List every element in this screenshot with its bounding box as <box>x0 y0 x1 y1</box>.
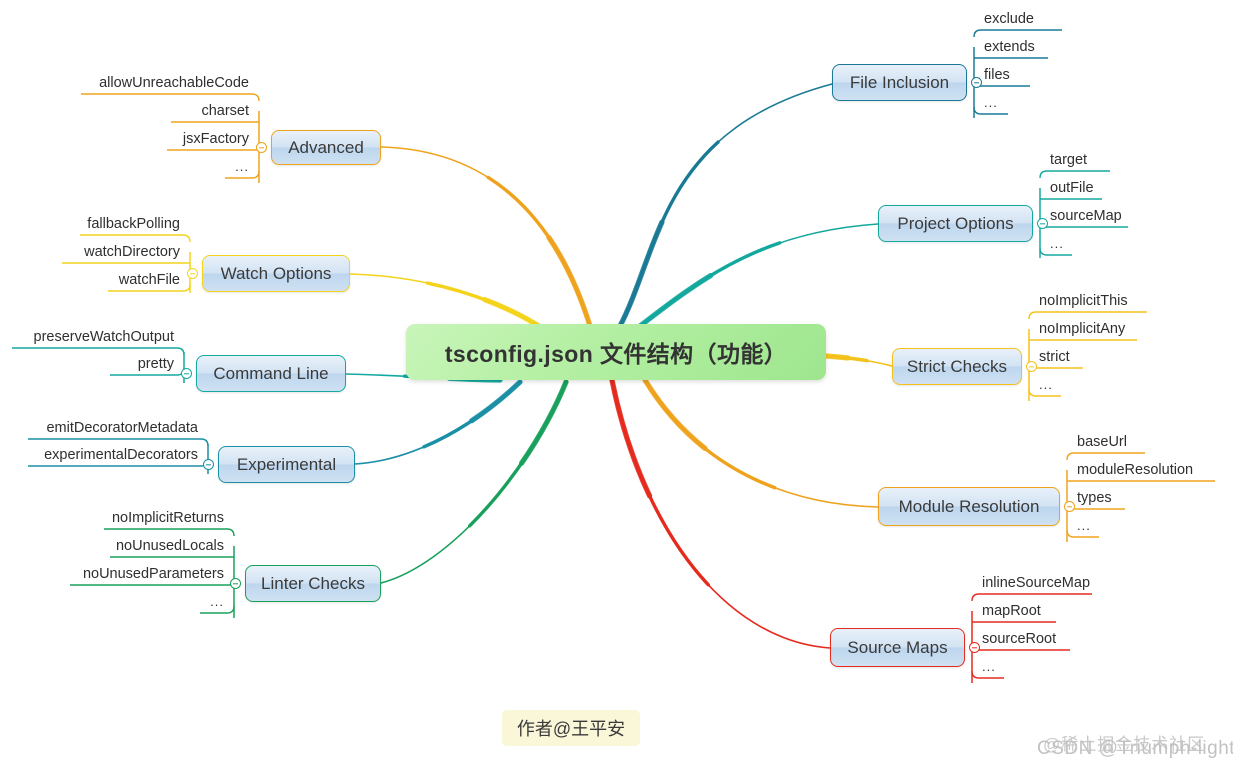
child-label[interactable]: target <box>1050 153 1087 168</box>
child-label[interactable]: mapRoot <box>982 604 1041 619</box>
branch-node-label: Experimental <box>236 454 337 474</box>
child-label[interactable]: jsxFactory <box>183 132 249 147</box>
child-label[interactable]: noImplicitThis <box>1039 294 1128 309</box>
branch-node-label: Module Resolution <box>898 496 1040 516</box>
child-label[interactable]: types <box>1077 491 1112 506</box>
child-label[interactable]: sourceMap <box>1050 209 1122 224</box>
branch-node-label: Linter Checks <box>261 573 365 593</box>
child-label[interactable]: experimentalDecorators <box>44 448 198 463</box>
collapse-toggle-module-resolution[interactable] <box>1064 501 1075 512</box>
collapse-toggle-experimental[interactable] <box>203 459 214 470</box>
branch-node-label: File Inclusion <box>849 72 950 92</box>
author-label: 作者@王平安 <box>502 710 640 746</box>
branch-node-watch-options[interactable]: Watch Options <box>202 255 350 292</box>
branch-node-command-line[interactable]: Command Line <box>196 355 346 392</box>
child-label[interactable]: preserveWatchOutput <box>34 330 175 345</box>
collapse-toggle-command-line[interactable] <box>181 368 192 379</box>
child-label[interactable]: noImplicitReturns <box>112 511 224 526</box>
collapse-toggle-advanced[interactable] <box>256 142 267 153</box>
branch-node-label: Advanced <box>288 137 364 157</box>
branch-node-label: Project Options <box>897 213 1014 233</box>
branch-node-label: Source Maps <box>847 637 948 657</box>
child-label[interactable]: ... <box>984 96 998 109</box>
child-label[interactable]: fallbackPolling <box>87 217 180 232</box>
branch-node-source-maps[interactable]: Source Maps <box>830 628 965 667</box>
watermark-csdn: CSDN @Triumph-light <box>1037 738 1233 759</box>
mindmap-nodes-layer: tsconfig.json 文件结构（功能） 作者@王平安 @稀土掘金技术社区 … <box>0 0 1233 765</box>
author-label-text: 作者@王平安 <box>516 719 626 739</box>
child-label[interactable]: baseUrl <box>1077 435 1127 450</box>
mindmap-canvas: tsconfig.json 文件结构（功能） 作者@王平安 @稀土掘金技术社区 … <box>0 0 1233 765</box>
central-topic[interactable]: tsconfig.json 文件结构（功能） <box>406 324 826 380</box>
child-label[interactable]: noImplicitAny <box>1039 322 1125 337</box>
child-label[interactable]: files <box>984 68 1010 83</box>
branch-node-project-options[interactable]: Project Options <box>878 205 1033 242</box>
child-label[interactable]: emitDecoratorMetadata <box>46 421 198 436</box>
child-label[interactable]: charset <box>201 104 249 119</box>
watermark-juejin: @稀土掘金技术社区 <box>1043 735 1206 754</box>
branch-node-file-inclusion[interactable]: File Inclusion <box>832 64 967 101</box>
collapse-toggle-file-inclusion[interactable] <box>971 77 982 88</box>
branch-node-experimental[interactable]: Experimental <box>218 446 355 483</box>
child-label[interactable]: noUnusedParameters <box>83 567 224 582</box>
child-label[interactable]: moduleResolution <box>1077 463 1193 478</box>
collapse-toggle-watch-options[interactable] <box>187 268 198 279</box>
child-label[interactable]: watchFile <box>119 273 180 288</box>
branch-node-label: Command Line <box>213 363 329 383</box>
branch-node-strict-checks[interactable]: Strict Checks <box>892 348 1022 385</box>
child-label[interactable]: watchDirectory <box>84 245 180 260</box>
child-label[interactable]: sourceRoot <box>982 632 1056 647</box>
branch-node-label: Watch Options <box>220 263 332 283</box>
branch-node-advanced[interactable]: Advanced <box>271 130 381 165</box>
child-label[interactable]: extends <box>984 40 1035 55</box>
collapse-toggle-strict-checks[interactable] <box>1026 361 1037 372</box>
collapse-toggle-linter-checks[interactable] <box>230 578 241 589</box>
child-label[interactable]: ... <box>982 660 996 673</box>
branch-node-linter-checks[interactable]: Linter Checks <box>245 565 381 602</box>
child-label[interactable]: pretty <box>138 357 174 372</box>
child-label[interactable]: allowUnreachableCode <box>99 76 249 91</box>
child-label[interactable]: strict <box>1039 350 1070 365</box>
child-label[interactable]: ... <box>1050 237 1064 250</box>
child-label[interactable]: outFile <box>1050 181 1094 196</box>
child-label[interactable]: exclude <box>984 12 1034 27</box>
collapse-toggle-source-maps[interactable] <box>969 642 980 653</box>
child-label[interactable]: ... <box>1077 519 1091 532</box>
child-label[interactable]: ... <box>1039 378 1053 391</box>
collapse-toggle-project-options[interactable] <box>1037 218 1048 229</box>
child-label[interactable]: noUnusedLocals <box>116 539 224 554</box>
child-label[interactable]: ... <box>210 595 224 608</box>
child-label[interactable]: inlineSourceMap <box>982 576 1090 591</box>
central-topic-label: tsconfig.json 文件结构（功能） <box>444 341 788 367</box>
branch-node-label: Strict Checks <box>906 356 1008 376</box>
child-label[interactable]: ... <box>235 160 249 173</box>
branch-node-module-resolution[interactable]: Module Resolution <box>878 487 1060 526</box>
